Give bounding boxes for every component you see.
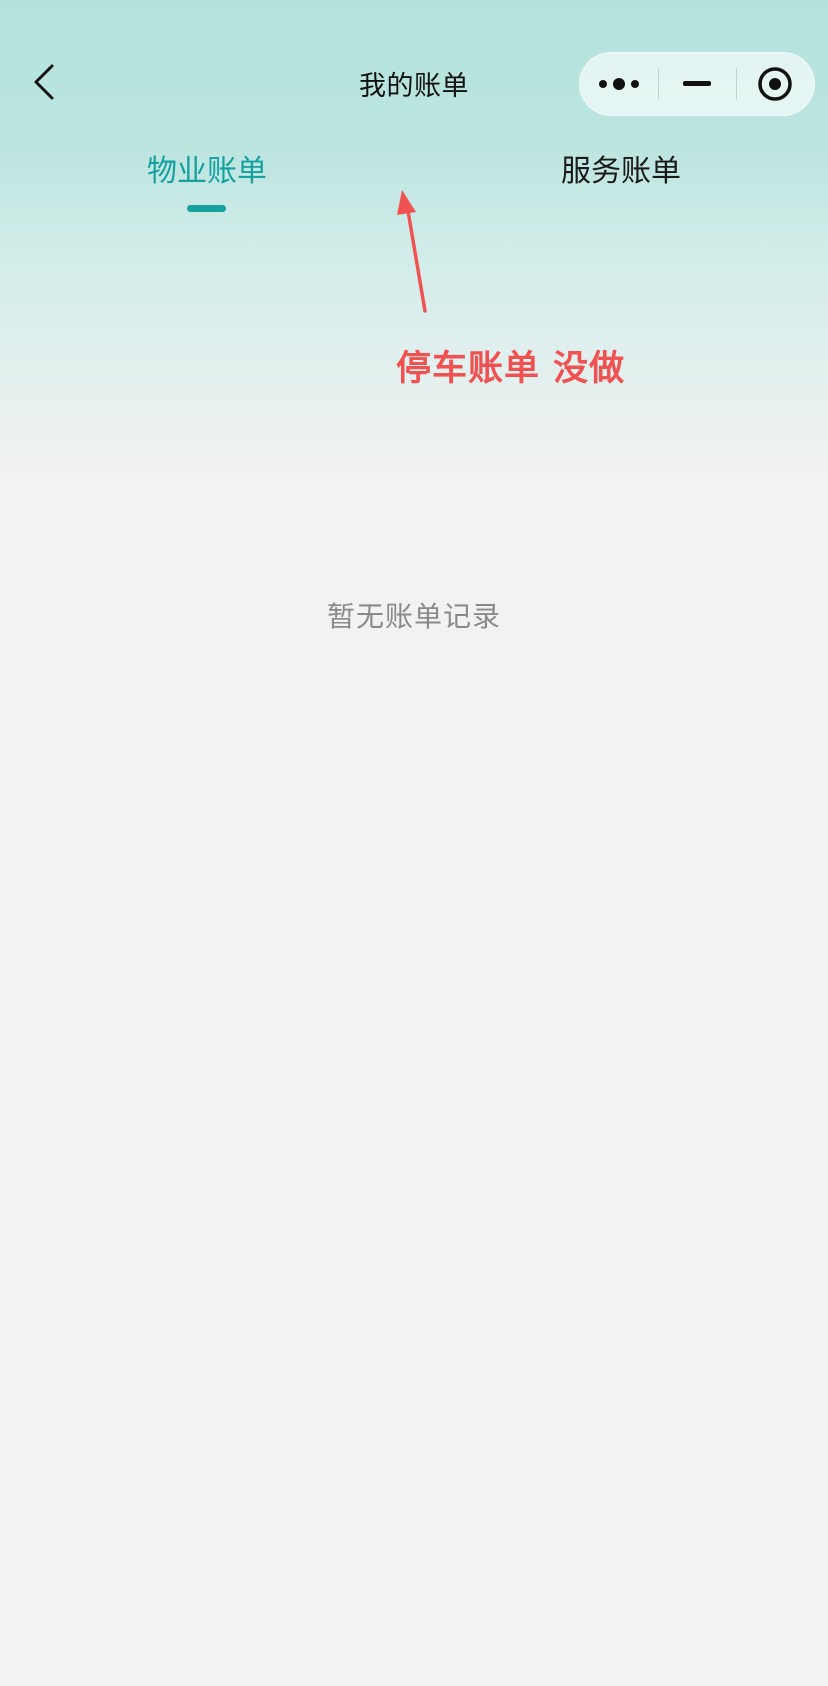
empty-state-text: 暂无账单记录 [326,600,501,633]
tab-label: 服务账单 [561,154,681,189]
more-dots-icon [599,78,639,90]
more-button[interactable] [580,53,658,115]
bill-page: 我的账单 物业账单 服务账单 停车账单 没做 暂无账单记录 [0,0,828,1686]
mini-program-capsule [579,52,815,116]
tab-label: 物业账单 [147,154,267,189]
bill-tabs: 物业账单 服务账单 [0,150,828,220]
minimize-icon [683,81,711,86]
minimize-button[interactable] [658,53,736,115]
navigation-bar: 我的账单 [0,40,828,130]
annotation-note: 停车账单 没做 [396,349,626,389]
tab-service-bill[interactable]: 服务账单 [414,150,828,220]
close-button[interactable] [736,53,814,115]
active-tab-indicator [187,205,226,212]
target-circle-icon [758,67,792,101]
